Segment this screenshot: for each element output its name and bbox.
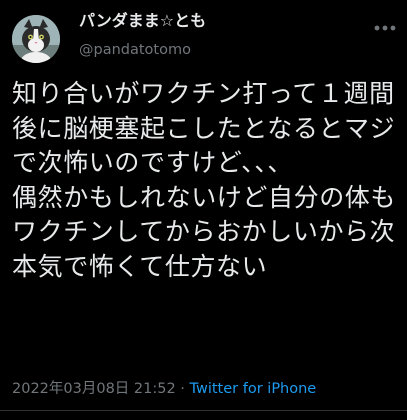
cat-avatar-icon (12, 15, 60, 63)
tweet-source-link[interactable]: Twitter for iPhone (190, 381, 317, 397)
divider (0, 410, 407, 411)
display-name[interactable]: パンダまま☆とも (79, 10, 206, 32)
tweet-text: 知り合いがワクチン打って１週間後に脳梗塞起こしたとなるとマジで次怖いのですけど、… (12, 79, 397, 281)
more-button[interactable] (371, 18, 399, 38)
tweet-meta: 2022年03月08日 21:52 · Twitter for iPhone (12, 379, 316, 399)
more-icon (374, 25, 396, 31)
tweet: パンダまま☆とも @pandatotomo 知り合いがワクチン打って１週間後に脳… (0, 0, 407, 420)
tweet-timestamp[interactable]: 2022年03月08日 21:52 (12, 381, 176, 397)
meta-separator: · (175, 381, 190, 397)
user-names: パンダまま☆とも @pandatotomo (79, 10, 206, 59)
user-handle[interactable]: @pandatotomo (79, 41, 206, 59)
avatar[interactable] (12, 15, 60, 63)
